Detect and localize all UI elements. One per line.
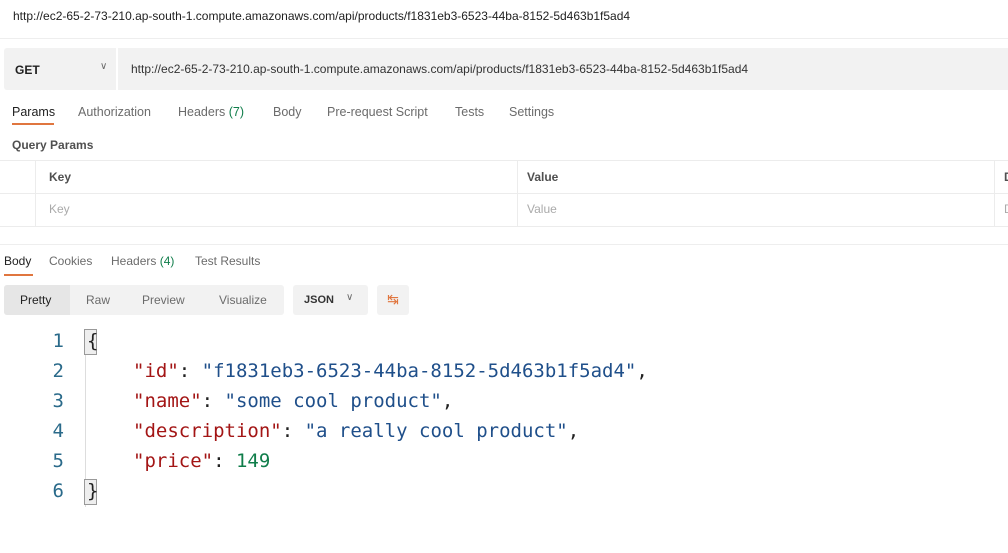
raw-button[interactable]: Raw [86,293,110,307]
line-number: 5 [52,450,64,472]
headers-count: (7) [228,105,245,119]
divider [0,244,1008,245]
chevron-down-icon: ∨ [346,292,354,303]
tab-authorization[interactable]: Authorization [78,105,151,119]
tab-tests[interactable]: Tests [455,105,484,119]
line-number: 6 [52,480,64,502]
chevron-down-icon: ∨ [100,61,108,72]
visualize-button[interactable]: Visualize [219,293,267,307]
divider [0,193,1008,194]
open-brace: { [87,330,99,352]
tab-headers[interactable]: Headers (7) [178,105,244,119]
line-number: 4 [52,420,64,442]
wrap-lines-icon[interactable]: ↹ [377,285,409,315]
code-line: { [87,330,98,352]
code-line: "name": "some cool product", [133,390,454,412]
response-tab-headers[interactable]: Headers (4) [111,254,174,268]
preview-button[interactable]: Preview [142,293,185,307]
divider [35,160,36,226]
json-string: "some cool product" [224,390,442,412]
line-number: 3 [52,390,64,412]
column-header-key: Key [49,170,72,184]
json-string: "f1831eb3-6523-44ba-8152-5d463b1f5ad4" [201,360,637,382]
column-header-description: D [1004,170,1008,184]
json-string: "a really cool product" [304,420,568,442]
format-select[interactable]: JSON ∨ [293,285,368,315]
response-tab-test-results[interactable]: Test Results [195,254,260,268]
line-number: 1 [52,330,64,352]
divider [0,160,1008,161]
tab-params[interactable]: Params [12,105,55,119]
key-input[interactable]: Key [49,202,70,216]
json-key: "id" [133,360,179,382]
divider [0,226,1008,227]
tab-body[interactable]: Body [273,105,302,119]
query-params-title: Query Params [12,138,94,152]
active-tab-indicator [4,274,33,276]
json-key: "description" [133,420,282,442]
tab-headers-label: Headers [178,105,226,119]
response-tab-body[interactable]: Body [4,254,31,268]
divider [517,160,518,226]
active-tab-indicator [12,123,54,125]
code-line: "price": 149 [133,450,271,472]
value-input[interactable]: Value [527,202,557,216]
close-brace: } [87,480,99,502]
method-select[interactable]: GET ∨ [4,48,116,90]
json-number: 149 [235,450,271,472]
code-line: "description": "a really cool product", [133,420,580,442]
tab-prerequest-script[interactable]: Pre-request Script [327,105,428,119]
line-number: 2 [52,360,64,382]
json-key: "name" [133,390,202,412]
pretty-button[interactable]: Pretty [4,285,70,315]
divider [994,160,995,226]
divider [0,38,1008,39]
url-input[interactable]: http://ec2-65-2-73-210.ap-south-1.comput… [118,48,1008,90]
code-line: } [87,480,98,502]
tab-settings[interactable]: Settings [509,105,554,119]
method-label: GET [15,63,40,77]
response-headers-label: Headers [111,254,157,268]
window-title: http://ec2-65-2-73-210.ap-south-1.comput… [13,9,631,23]
code-line: "id": "f1831eb3-6523-44ba-8152-5d463b1f5… [133,360,648,382]
description-input[interactable]: D [1004,202,1008,216]
response-tab-cookies[interactable]: Cookies [49,254,92,268]
response-headers-count: (4) [159,254,175,268]
column-header-value: Value [527,170,559,184]
format-label: JSON [304,294,334,306]
json-key: "price" [133,450,214,472]
